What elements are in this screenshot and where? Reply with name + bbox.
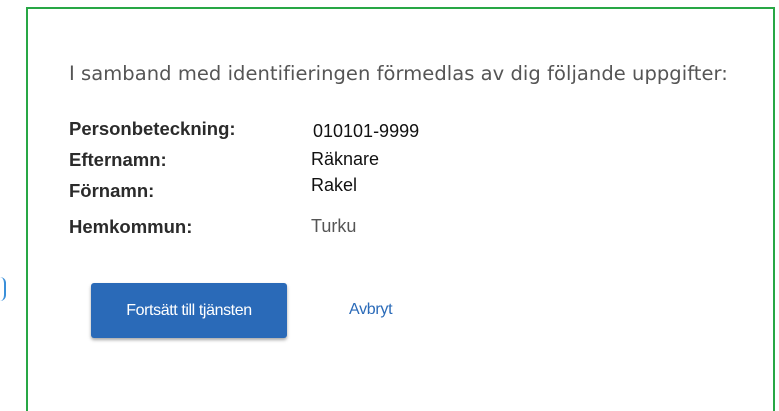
- page-edge-indicator: [0, 277, 6, 301]
- cancel-link[interactable]: Avbryt: [349, 301, 393, 319]
- field-value: 010101-9999: [313, 121, 420, 141]
- field-value: Turku: [311, 216, 357, 236]
- field-label: Efternamn:: [69, 149, 167, 170]
- field-value: Rakel: [311, 175, 358, 195]
- intro-text: I samband med identifieringen förmedlas …: [69, 62, 728, 85]
- field-label: Hemkommun:: [69, 216, 193, 237]
- field-label: Personbeteckning:: [69, 118, 236, 139]
- field-label: Förnamn:: [69, 180, 155, 201]
- continue-to-service-button[interactable]: Fortsätt till tjänsten: [91, 283, 287, 338]
- field-value: Räknare: [311, 149, 380, 169]
